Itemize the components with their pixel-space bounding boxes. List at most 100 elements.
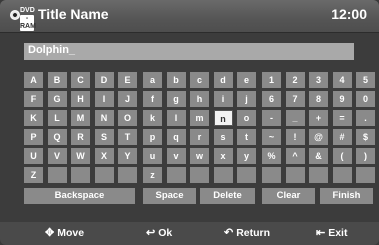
delete-button[interactable]: Delete [200, 188, 255, 204]
char-key[interactable]: # [332, 129, 352, 145]
char-key[interactable]: X [94, 148, 114, 164]
blank-key[interactable] [356, 167, 375, 183]
char-key[interactable]: Y [118, 148, 137, 164]
char-key[interactable]: M [71, 110, 90, 126]
char-key[interactable]: Z [24, 167, 43, 183]
char-key[interactable]: k [143, 110, 162, 126]
char-key[interactable]: f [143, 91, 162, 107]
char-key[interactable]: I [94, 91, 114, 107]
char-key[interactable]: H [71, 91, 90, 107]
char-key[interactable]: S [94, 129, 114, 145]
char-key[interactable]: - [262, 110, 281, 126]
blank-key[interactable] [332, 167, 352, 183]
char-key[interactable]: n [213, 110, 233, 126]
char-key[interactable]: G [47, 91, 67, 107]
char-key[interactable]: & [309, 148, 328, 164]
char-key[interactable]: _ [285, 110, 305, 126]
char-key[interactable]: E [118, 72, 137, 88]
char-key[interactable]: u [143, 148, 162, 164]
char-key[interactable]: % [262, 148, 281, 164]
blank-key[interactable] [309, 167, 328, 183]
char-key[interactable]: p [143, 129, 162, 145]
char-key[interactable]: z [143, 167, 162, 183]
char-key[interactable]: i [213, 91, 233, 107]
exit-door-icon: ⇤ [316, 227, 326, 239]
char-key[interactable]: Q [47, 129, 67, 145]
char-key[interactable]: a [143, 72, 162, 88]
char-key[interactable]: + [309, 110, 328, 126]
char-key[interactable]: W [71, 148, 90, 164]
backspace-button[interactable]: Backspace [24, 188, 135, 204]
char-key[interactable]: j [237, 91, 256, 107]
char-key[interactable]: L [47, 110, 67, 126]
char-key[interactable]: C [71, 72, 90, 88]
char-key[interactable]: e [237, 72, 256, 88]
char-key[interactable]: y [237, 148, 256, 164]
char-key[interactable]: R [71, 129, 90, 145]
char-key[interactable]: b [166, 72, 186, 88]
char-key[interactable]: B [47, 72, 67, 88]
char-key[interactable]: 5 [356, 72, 375, 88]
char-key[interactable]: 8 [309, 91, 328, 107]
char-key[interactable]: c [190, 72, 209, 88]
char-key[interactable]: r [190, 129, 209, 145]
char-key[interactable]: d [213, 72, 233, 88]
char-key[interactable]: O [118, 110, 137, 126]
char-key[interactable]: q [166, 129, 186, 145]
char-key[interactable]: ! [285, 129, 305, 145]
char-key[interactable]: o [237, 110, 256, 126]
char-key[interactable]: 6 [262, 91, 281, 107]
enter-icon: ↩ [146, 227, 156, 239]
blank-key[interactable] [71, 167, 90, 183]
char-key[interactable]: D [94, 72, 114, 88]
char-key[interactable]: . [356, 110, 375, 126]
char-key[interactable]: 2 [285, 72, 305, 88]
exit-label: Exit [328, 227, 348, 239]
char-key[interactable]: g [166, 91, 186, 107]
char-key[interactable]: 3 [309, 72, 328, 88]
char-key[interactable]: t [237, 129, 256, 145]
char-key[interactable]: T [118, 129, 137, 145]
blank-key[interactable] [285, 167, 305, 183]
space-button[interactable]: Space [143, 188, 196, 204]
char-key[interactable]: 9 [332, 91, 352, 107]
title-name-screen: DVD -RAM Title Name 12:00 Dolphin_ ABCDE… [0, 0, 379, 245]
char-key[interactable]: 0 [356, 91, 375, 107]
blank-key[interactable] [262, 167, 281, 183]
char-key[interactable]: w [190, 148, 209, 164]
char-key[interactable]: F [24, 91, 43, 107]
char-key[interactable]: l [166, 110, 186, 126]
char-key[interactable]: 1 [262, 72, 281, 88]
char-key[interactable]: @ [309, 129, 328, 145]
char-key[interactable]: h [190, 91, 209, 107]
char-key[interactable]: A [24, 72, 43, 88]
clear-button[interactable]: Clear [262, 188, 315, 204]
char-key[interactable]: v [166, 148, 186, 164]
char-key[interactable]: 7 [285, 91, 305, 107]
char-key[interactable]: J [118, 91, 137, 107]
char-key[interactable]: ( [332, 148, 352, 164]
blank-key[interactable] [47, 167, 67, 183]
char-key[interactable]: s [213, 129, 233, 145]
char-key[interactable]: $ [356, 129, 375, 145]
char-key[interactable]: V [47, 148, 67, 164]
char-key[interactable]: = [332, 110, 352, 126]
char-key[interactable]: K [24, 110, 43, 126]
char-key[interactable]: ^ [285, 148, 305, 164]
char-key[interactable]: P [24, 129, 43, 145]
blank-key[interactable] [213, 167, 233, 183]
char-key[interactable]: ~ [262, 129, 281, 145]
blank-key[interactable] [118, 167, 137, 183]
char-key[interactable]: N [94, 110, 114, 126]
blank-key[interactable] [166, 167, 186, 183]
finish-button[interactable]: Finish [320, 188, 373, 204]
char-key[interactable]: 4 [332, 72, 352, 88]
title-name-input[interactable]: Dolphin_ [24, 43, 354, 60]
blank-key[interactable] [94, 167, 114, 183]
char-key[interactable]: U [24, 148, 43, 164]
char-key[interactable]: m [190, 110, 209, 126]
blank-key[interactable] [237, 167, 256, 183]
blank-key[interactable] [190, 167, 209, 183]
char-key[interactable]: x [213, 148, 233, 164]
char-key[interactable]: ) [356, 148, 375, 164]
